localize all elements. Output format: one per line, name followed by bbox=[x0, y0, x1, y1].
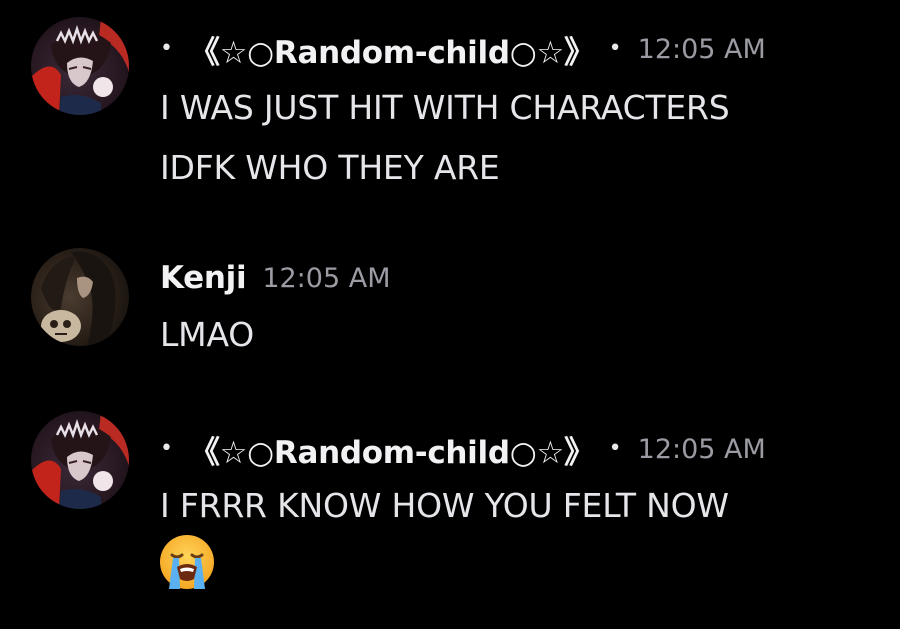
loudly-crying-face-emoji bbox=[160, 535, 214, 589]
message-header: • 《☆○Random-child○☆》 • 12:05 AM bbox=[160, 24, 766, 74]
avatar[interactable] bbox=[31, 17, 129, 115]
message-text: I WAS JUST HIT WITH CHARACTERS bbox=[160, 88, 730, 127]
username[interactable]: Kenji bbox=[160, 260, 247, 296]
avatar[interactable] bbox=[31, 248, 129, 346]
timestamp: 12:05 AM bbox=[262, 262, 391, 294]
avatar[interactable] bbox=[31, 411, 129, 509]
skull-character-avatar-icon bbox=[31, 248, 129, 346]
message-text: IDFK WHO THEY ARE bbox=[160, 148, 500, 187]
message-header: Kenji 12:05 AM bbox=[160, 253, 391, 303]
username[interactable]: 《☆○Random-child○☆》 bbox=[189, 427, 595, 472]
username[interactable]: 《☆○Random-child○☆》 bbox=[189, 27, 595, 72]
timestamp: 12:05 AM bbox=[637, 433, 766, 465]
message-header: • 《☆○Random-child○☆》 • 12:05 AM bbox=[160, 424, 766, 474]
emoji bbox=[158, 533, 216, 591]
anime-character-avatar-icon bbox=[31, 411, 129, 509]
timestamp: 12:05 AM bbox=[637, 33, 766, 65]
message-text: LMAO bbox=[160, 315, 255, 354]
bullet-separator: • bbox=[160, 36, 173, 61]
bullet-separator: • bbox=[160, 436, 173, 461]
anime-character-avatar-icon bbox=[31, 17, 129, 115]
chat-message-list: • 《☆○Random-child○☆》 • 12:05 AM I WAS JU… bbox=[0, 0, 900, 629]
bullet-separator: • bbox=[608, 36, 622, 61]
bullet-separator: • bbox=[608, 436, 622, 461]
message-text: I FRRR KNOW HOW YOU FELT NOW bbox=[160, 486, 729, 525]
